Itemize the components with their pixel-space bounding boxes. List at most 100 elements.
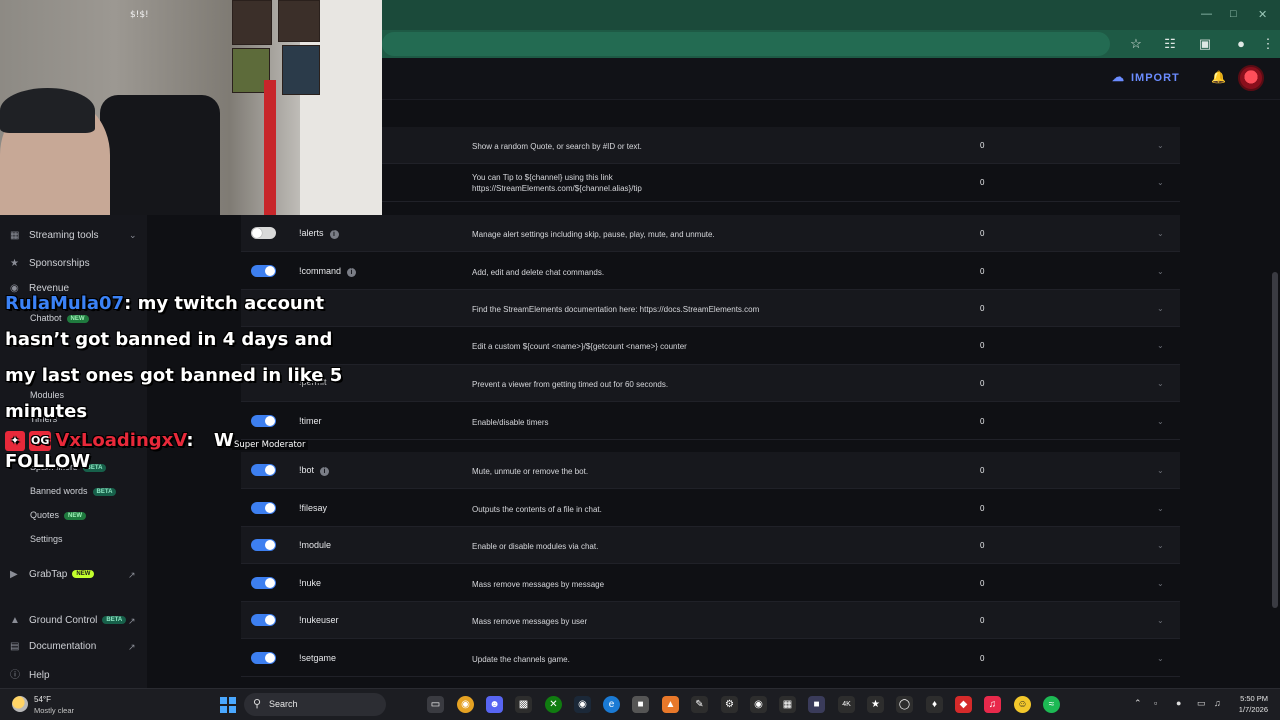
- info-icon[interactable]: i: [347, 268, 357, 277]
- table-row[interactable]: !setgame Update the channels game. 0 ⌄: [241, 639, 1180, 677]
- extensions-icon[interactable]: ☷: [1160, 34, 1180, 54]
- chevron-down-icon[interactable]: ⌄: [1157, 616, 1164, 625]
- microphone-icon[interactable]: ●: [1176, 698, 1181, 708]
- maximize-icon[interactable]: □: [1230, 8, 1237, 20]
- chat-message-text: my last ones got banned in like 5: [5, 365, 343, 386]
- command-name: !nuke: [299, 578, 322, 588]
- sidebar-item-help[interactable]: ⓘ Help: [10, 666, 50, 681]
- app-icon[interactable]: ▲: [662, 696, 679, 713]
- table-row[interactable]: !filesay Outputs the contents of a file …: [241, 489, 1180, 527]
- sidebar-item-ground-control[interactable]: ▲ Ground Control BETA: [10, 615, 127, 626]
- steam-icon[interactable]: ◉: [574, 696, 591, 713]
- command-toggle[interactable]: [251, 577, 276, 589]
- command-toggle[interactable]: [251, 502, 276, 514]
- app-icon[interactable]: ♦: [926, 696, 943, 713]
- command-toggle[interactable]: [251, 227, 276, 239]
- red-light-strip: [264, 80, 276, 215]
- chevron-down-icon[interactable]: ⌄: [1157, 466, 1164, 475]
- browser-menu-icon[interactable]: ⋮: [1258, 34, 1278, 54]
- taskbar-search[interactable]: ⚲ Search: [244, 693, 386, 716]
- app-icon[interactable]: ■: [632, 696, 649, 713]
- app-icon[interactable]: ★: [867, 696, 884, 713]
- chevron-down-icon[interactable]: ⌄: [1157, 229, 1164, 238]
- tray-chevron-icon[interactable]: ⌃: [1134, 698, 1142, 709]
- browser-profile-icon[interactable]: ●: [1231, 34, 1251, 54]
- table-row[interactable]: !command i Add, edit and delete chat comm…: [241, 252, 1180, 290]
- import-button[interactable]: ☁ IMPORT: [1112, 70, 1180, 84]
- avatar[interactable]: [1238, 65, 1264, 91]
- spotify-icon[interactable]: ≈: [1043, 696, 1060, 713]
- discord-icon[interactable]: ☻: [486, 696, 503, 713]
- minimize-icon[interactable]: —: [1201, 8, 1212, 20]
- monitor-icon[interactable]: ▭: [1197, 698, 1206, 709]
- task-view-icon[interactable]: ▭: [427, 696, 444, 713]
- table-row[interactable]: !alerts i Manage alert settings including…: [241, 215, 1180, 252]
- app-icon[interactable]: ■: [808, 696, 825, 713]
- sidebar-item-documentation[interactable]: ▤ Documentation: [10, 641, 96, 652]
- sidebar-item-quotes[interactable]: Quotes NEW: [30, 510, 87, 520]
- sidepanel-icon[interactable]: ▣: [1195, 34, 1215, 54]
- command-name: !module: [299, 540, 332, 550]
- taskbar: 54°F Mostly clear ⚲ Search ▭ ◉ ☻ ▩ ✕ ◉ e…: [0, 688, 1280, 720]
- external-link-icon[interactable]: ↗: [128, 616, 136, 627]
- table-row[interactable]: !module Enable or disable modules via ch…: [241, 527, 1180, 564]
- chevron-down-icon[interactable]: ⌄: [1157, 579, 1164, 588]
- chevron-down-icon[interactable]: ⌄: [1157, 654, 1164, 663]
- app-icon[interactable]: ◉: [750, 696, 767, 713]
- app-icon[interactable]: 4K: [838, 696, 855, 713]
- bell-icon[interactable]: 🔔: [1211, 70, 1226, 84]
- chevron-down-icon[interactable]: ⌄: [1157, 267, 1164, 276]
- row-description: Show a random Quote, or search by #ID or…: [472, 142, 642, 151]
- table-row[interactable]: !nuke Mass remove messages by message 0 …: [241, 564, 1180, 602]
- chevron-down-icon[interactable]: ⌄: [129, 230, 137, 241]
- sidebar-item-settings[interactable]: Settings: [30, 534, 63, 544]
- row-count: 0: [980, 504, 985, 513]
- app-icon[interactable]: ◆: [955, 696, 972, 713]
- info-icon[interactable]: i: [329, 230, 339, 239]
- bookmark-star-icon[interactable]: ☆: [1126, 34, 1146, 54]
- command-toggle[interactable]: [251, 539, 276, 551]
- close-icon[interactable]: ✕: [1258, 8, 1267, 21]
- taskbar-clock[interactable]: 5:50 PM 1/7/2026: [1228, 693, 1268, 715]
- sidebar-item-streaming-tools[interactable]: ▦ Streaming tools: [10, 230, 98, 241]
- chevron-down-icon[interactable]: ⌄: [1157, 541, 1164, 550]
- app-icon[interactable]: ▦: [779, 696, 796, 713]
- new-badge: NEW: [72, 570, 95, 579]
- external-link-icon[interactable]: ↗: [128, 642, 136, 653]
- chevron-down-icon[interactable]: ⌄: [1157, 379, 1164, 388]
- music-icon[interactable]: ♫: [984, 696, 1001, 713]
- chevron-down-icon[interactable]: ⌄: [1157, 341, 1164, 350]
- app-icon[interactable]: ▩: [515, 696, 532, 713]
- page-scrollbar[interactable]: [1272, 272, 1278, 608]
- search-icon: ⚲: [253, 698, 262, 710]
- address-bar[interactable]: [382, 32, 1110, 56]
- app-icon[interactable]: ◯: [896, 696, 913, 713]
- table-row[interactable]: !nukeuser Mass remove messages by user 0…: [241, 602, 1180, 639]
- sidebar-item-sponsorships[interactable]: ★ Sponsorships: [10, 258, 90, 269]
- row-description: Mute, unmute or remove the bot.: [472, 467, 589, 476]
- chevron-down-icon[interactable]: ⌄: [1157, 504, 1164, 513]
- command-toggle[interactable]: [251, 652, 276, 664]
- weather-icon[interactable]: [12, 696, 28, 712]
- chevron-down-icon[interactable]: ⌄: [1157, 141, 1164, 150]
- sidebar-item-banned-words[interactable]: Banned words BETA: [30, 486, 117, 496]
- settings-gear-icon[interactable]: ⚙: [721, 696, 738, 713]
- command-toggle[interactable]: [251, 614, 276, 626]
- weather-status[interactable]: Mostly clear: [34, 706, 74, 715]
- edge-icon[interactable]: e: [603, 696, 620, 713]
- windows-start-icon[interactable]: [220, 697, 236, 713]
- command-toggle[interactable]: [251, 265, 276, 277]
- chevron-down-icon[interactable]: ⌄: [1157, 304, 1164, 313]
- chevron-down-icon[interactable]: ⌄: [1157, 178, 1164, 187]
- app-icon[interactable]: ☺: [1014, 696, 1031, 713]
- sidebar-item-grabtap[interactable]: ▶ GrabTap NEW: [10, 569, 95, 580]
- xbox-icon[interactable]: ✕: [545, 696, 562, 713]
- help-icon: ⓘ: [10, 670, 20, 681]
- weather-temp[interactable]: 54°F: [34, 695, 51, 704]
- app-icon[interactable]: ✎: [691, 696, 708, 713]
- external-link-icon[interactable]: ↗: [128, 570, 136, 581]
- tray-app-icon[interactable]: ▫: [1154, 698, 1157, 708]
- chevron-down-icon[interactable]: ⌄: [1157, 417, 1164, 426]
- chrome-icon[interactable]: ◉: [457, 696, 474, 713]
- volume-icon[interactable]: ♫: [1214, 698, 1221, 708]
